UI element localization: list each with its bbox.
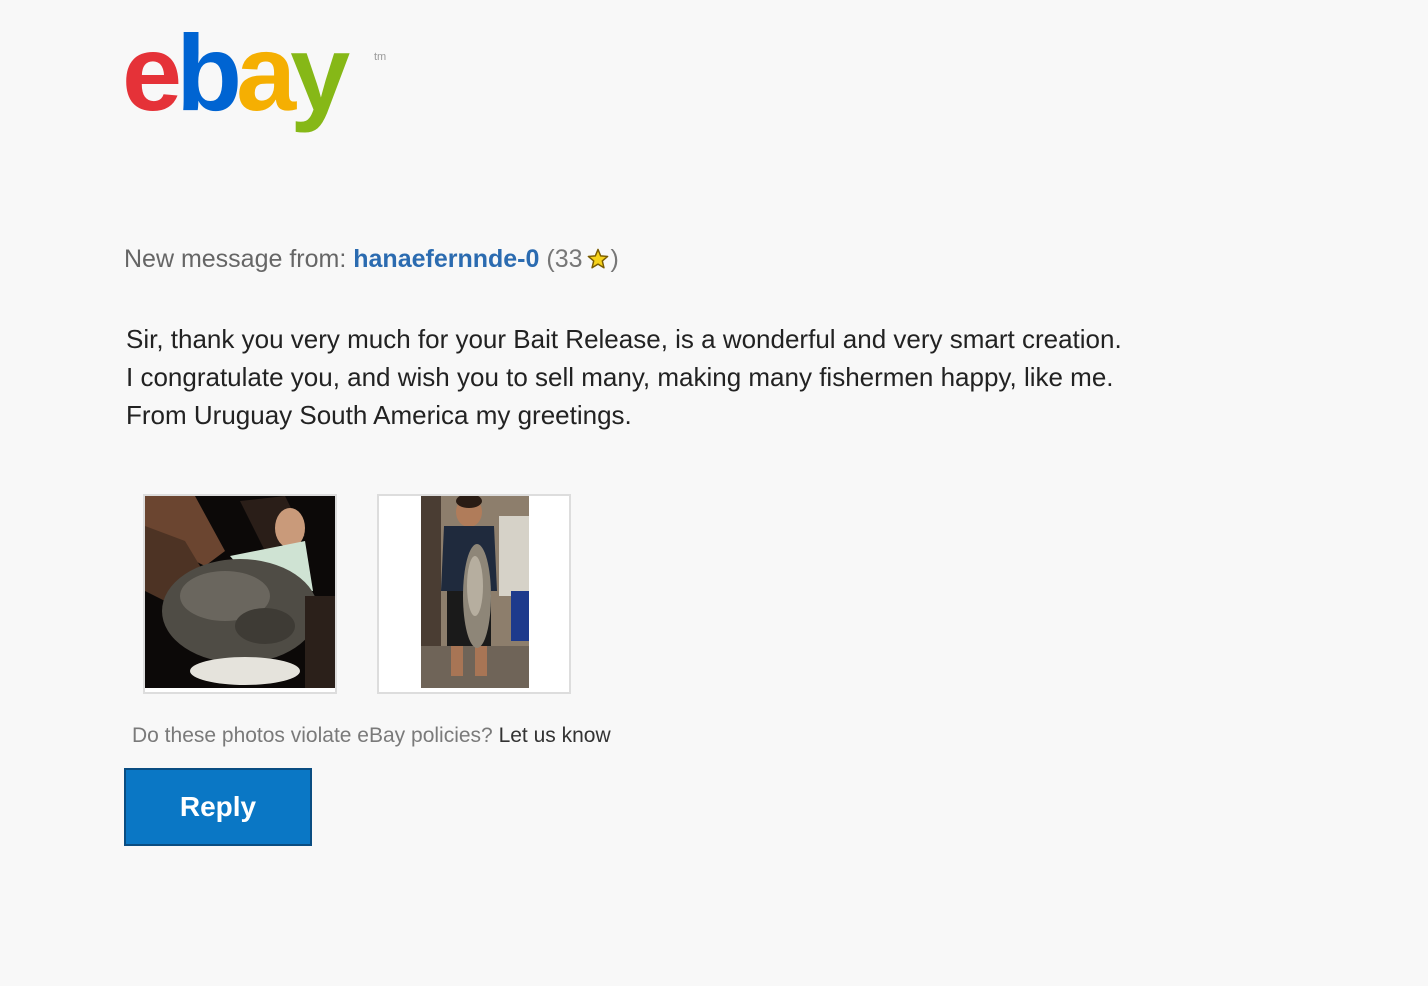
message-line: I congratulate you, and wish you to sell… [126, 362, 1114, 392]
message-header: New message from: hanaefernnde-0 (33) [124, 243, 619, 275]
logo-letter-y: y [290, 22, 350, 133]
photo-policy-notice: Do these photos violate eBay policies? L… [132, 722, 611, 750]
ebay-logo: ebay tm [122, 22, 412, 142]
logo-trademark: tm [374, 51, 386, 63]
sender-username-link[interactable]: hanaefernnde-0 [353, 245, 539, 273]
logo-letter-e: e [122, 22, 179, 133]
message-line: From Uruguay South America my greetings. [126, 400, 632, 430]
photo-thumbnail-2[interactable] [377, 494, 571, 694]
logo-letter-b: b [176, 22, 238, 133]
report-photos-link[interactable]: Let us know [499, 724, 611, 747]
message-line: Sir, thank you very much for your Bait R… [126, 324, 1122, 354]
logo-letter-a: a [236, 22, 297, 133]
message-body: Sir, thank you very much for your Bait R… [126, 320, 1276, 434]
header-prefix: New message from: [124, 245, 347, 273]
feedback-score: (33) [546, 245, 618, 273]
reply-button[interactable]: Reply [124, 768, 312, 846]
feedback-score-open: (33 [546, 245, 583, 273]
photo-thumbnail-1[interactable] [143, 494, 337, 694]
yellow-star-icon [587, 246, 609, 269]
policy-question: Do these photos violate eBay policies? [132, 724, 493, 747]
feedback-score-close: ) [610, 245, 619, 273]
svg-text:ebay: ebay [122, 22, 350, 133]
